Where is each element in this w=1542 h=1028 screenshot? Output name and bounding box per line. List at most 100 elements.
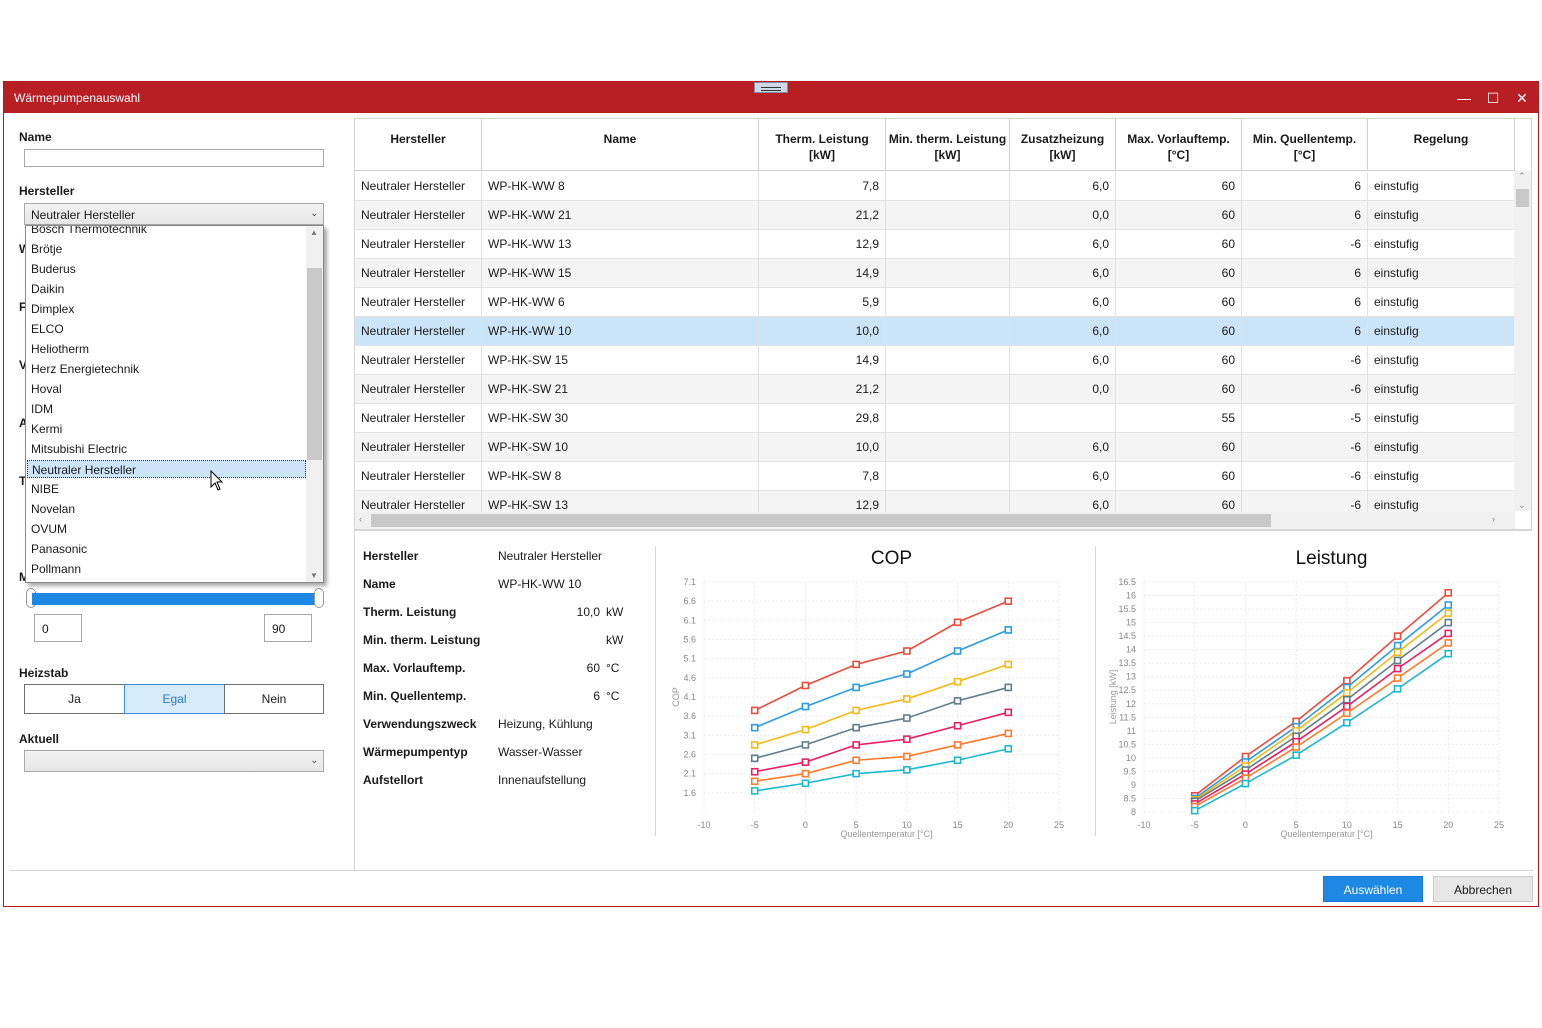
series-line: [1194, 592, 1449, 797]
data-point: [1444, 601, 1453, 609]
dropdown-item[interactable]: OVUM: [31, 520, 67, 538]
maximize-icon[interactable]: ☐: [1483, 88, 1503, 108]
table-cell: 10,0: [759, 317, 886, 346]
table-cell: 55: [1116, 404, 1242, 433]
dropdown-item[interactable]: Mitsubishi Electric: [31, 440, 127, 458]
cop-chart: COP-10 -5 0 5 10 15 20 251.62.12.63.13.64.14.65…: [671, 548, 1064, 839]
dropdown-item[interactable]: Daikin: [31, 280, 64, 298]
scroll-down-icon[interactable]: ⌄: [1518, 500, 1526, 511]
range-max-handle[interactable]: [314, 588, 324, 608]
detail-quelle-value: 6: [593, 689, 600, 703]
table-vertical-scroll-thumb[interactable]: [1516, 189, 1529, 207]
hersteller-select[interactable]: Neutraler Hersteller ⌄: [24, 203, 324, 225]
table-cell: 0,0: [1010, 201, 1116, 230]
hersteller-dropdown-list[interactable]: Bosch Thermotechnik Brötje Buderus Daikin Di…: [25, 225, 324, 583]
dropdown-item[interactable]: Brötje: [31, 240, 62, 258]
dropdown-item[interactable]: Bosch Thermotechnik: [31, 226, 147, 238]
dropdown-item[interactable]: IDM: [31, 400, 53, 418]
detail-vorlauf-unit: °C: [606, 661, 620, 675]
y-tick-label: 4.1: [683, 692, 696, 702]
table-row[interactable]: Neutraler Hersteller WP-HK-SW 15 14,9 6,0 60…: [355, 346, 1515, 375]
range-min-input[interactable]: 0: [34, 614, 82, 642]
table-horizontal-scrollbar[interactable]: ‹ ›: [355, 512, 1515, 529]
close-icon[interactable]: ✕: [1512, 88, 1532, 108]
column-header[interactable]: Regelung: [1368, 119, 1515, 171]
scroll-up-icon[interactable]: ⌃: [1518, 171, 1526, 182]
table-horizontal-scroll-thumb[interactable]: [371, 514, 1271, 527]
dropdown-scrollbar[interactable]: ▲ ▼: [306, 226, 323, 582]
table-cell: 60: [1116, 462, 1242, 491]
table-cell: 6,0: [1010, 433, 1116, 462]
table-row[interactable]: Neutraler Hersteller WP-HK-WW 6 5,9 6,0 60 6 e…: [355, 288, 1515, 317]
scroll-right-icon[interactable]: ›: [1492, 514, 1495, 524]
data-point: [903, 647, 911, 655]
table-cell: WP-HK-SW 15: [482, 346, 759, 375]
hersteller-selected-value: Neutraler Hersteller: [31, 208, 136, 222]
scroll-left-icon[interactable]: ‹: [359, 514, 362, 524]
table-row[interactable]: Neutraler Hersteller WP-HK-WW 10 10,0 6,0 60…: [355, 317, 1515, 346]
data-point: [1004, 683, 1013, 692]
dropdown-item[interactable]: Dimplex: [31, 300, 74, 318]
table-row[interactable]: Neutraler Hersteller WP-HK-SW 10 10,0 6,0 60…: [355, 433, 1515, 462]
y-tick-label: 2.1: [683, 769, 696, 779]
dropdown-item[interactable]: Hoval: [31, 380, 62, 398]
chart-title: Leistung: [1296, 548, 1368, 569]
detail-name-label: Name: [363, 577, 396, 591]
table-row[interactable]: Neutraler Hersteller WP-HK-SW 8 7,8 6,0 60 -6…: [355, 462, 1515, 491]
heizstab-nein-button[interactable]: Nein: [224, 684, 324, 714]
scroll-up-icon[interactable]: ▲: [310, 228, 318, 237]
dropdown-item[interactable]: Buderus: [31, 260, 76, 278]
data-point: [801, 769, 810, 778]
table-cell: Neutraler Hersteller: [355, 172, 482, 201]
column-header[interactable]: Name: [482, 119, 759, 171]
y-tick-label: 14: [1126, 645, 1136, 655]
dropdown-item[interactable]: Novelan: [31, 500, 75, 518]
column-header[interactable]: Min. therm. Leistung [kW]: [886, 119, 1010, 171]
range-slider-track[interactable]: [32, 593, 318, 605]
table-row[interactable]: Neutraler Hersteller WP-HK-WW 21 21,2 0,0 60…: [355, 201, 1515, 230]
dropdown-item[interactable]: Kermi: [31, 420, 62, 438]
mouse-cursor-icon: [210, 470, 224, 491]
table-cell: 60: [1116, 433, 1242, 462]
range-max-input[interactable]: 90: [264, 614, 312, 642]
column-header[interactable]: Hersteller: [355, 119, 482, 171]
column-header[interactable]: Min. Quellentemp. [°C]: [1242, 119, 1368, 171]
select-button[interactable]: Auswählen: [1323, 876, 1423, 902]
dropdown-item[interactable]: NIBE: [31, 480, 59, 498]
table-row[interactable]: Neutraler Hersteller WP-HK-SW 30 29,8 55 -5 e…: [355, 404, 1515, 433]
table-row[interactable]: Neutraler Hersteller WP-HK-WW 13 12,9 6,0 60…: [355, 230, 1515, 259]
cancel-button[interactable]: Abbrechen: [1433, 876, 1533, 902]
name-input[interactable]: [24, 149, 324, 167]
dropdown-item[interactable]: Pollmann: [31, 560, 81, 578]
column-header-label: Therm. Leistung: [775, 132, 869, 146]
table-vertical-scrollbar[interactable]: ⌃ ⌄: [1514, 171, 1531, 511]
drag-grip-icon[interactable]: [754, 82, 788, 93]
detail-quelle-unit: °C: [606, 689, 620, 703]
y-tick-label: 15.5: [1118, 604, 1136, 614]
column-header[interactable]: Max. Vorlauftemp. [°C]: [1116, 119, 1242, 171]
table-row[interactable]: Neutraler Hersteller WP-HK-WW 8 7,8 6,0 60 6 e…: [355, 172, 1515, 201]
dropdown-item[interactable]: Neutraler Hersteller: [27, 460, 306, 478]
table-row[interactable]: Neutraler Hersteller WP-HK-SW 21 21,2 0,0 60…: [355, 375, 1515, 404]
title-bar[interactable]: Wärmepumpenauswahl — ☐ ✕: [4, 82, 1538, 113]
data-point: [1004, 744, 1013, 753]
column-header-label: Min. therm. Leistung: [888, 132, 1007, 146]
table-row[interactable]: Neutraler Hersteller WP-HK-WW 15 14,9 6,0 60…: [355, 259, 1515, 288]
data-point: [801, 681, 810, 690]
heizstab-ja-button[interactable]: Ja: [24, 684, 125, 714]
data-point: [1241, 779, 1250, 788]
dropdown-scroll-thumb[interactable]: [307, 268, 322, 460]
data-point: [852, 756, 860, 765]
aktuell-select[interactable]: ⌄: [24, 750, 324, 772]
dropdown-item[interactable]: Herz Energietechnik: [31, 360, 139, 378]
dropdown-item[interactable]: Heliotherm: [31, 340, 89, 358]
x-tick-label: 20: [1003, 820, 1013, 830]
column-header[interactable]: Therm. Leistung [kW]: [759, 119, 886, 171]
heizstab-egal-button[interactable]: Egal: [124, 684, 225, 714]
dropdown-item[interactable]: Panasonic: [31, 540, 87, 558]
scroll-down-icon[interactable]: ▼: [310, 571, 318, 580]
dropdown-item[interactable]: ELCO: [31, 320, 64, 338]
minimize-icon[interactable]: —: [1454, 88, 1474, 108]
y-tick-label: 5.1: [683, 654, 696, 664]
column-header[interactable]: Zusatzheizung [kW]: [1010, 119, 1116, 171]
